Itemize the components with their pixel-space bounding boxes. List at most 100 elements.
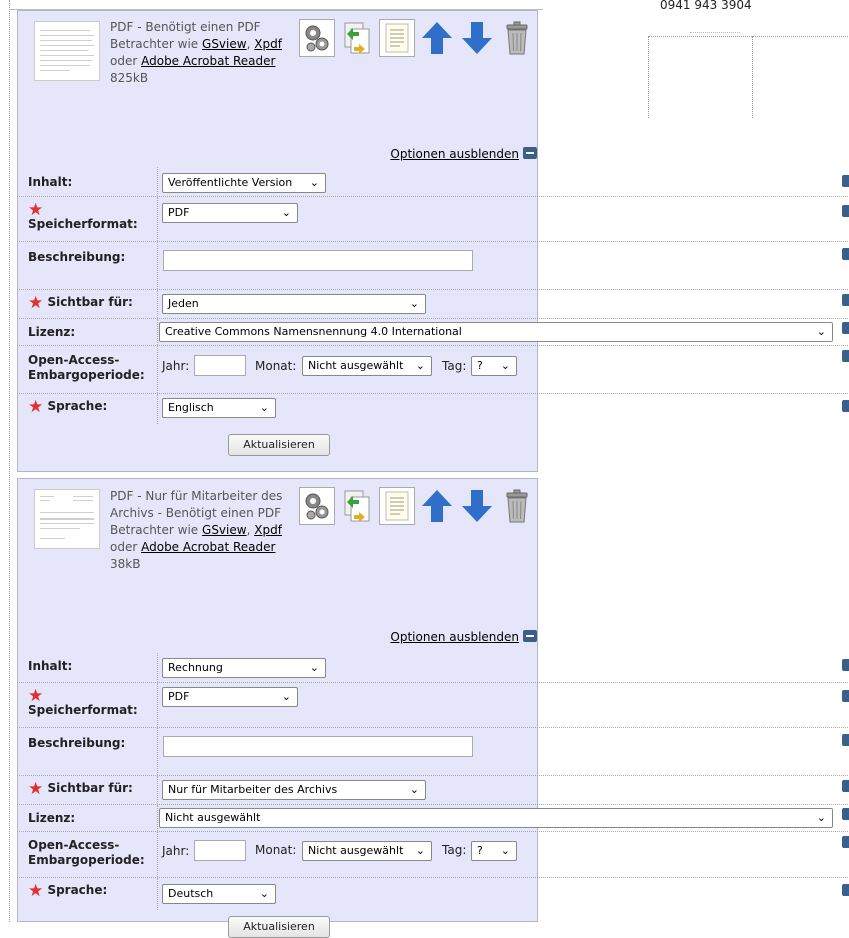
format-cell: PDF ⌄ <box>157 197 298 241</box>
content-label: Inhalt: <box>28 175 73 189</box>
content-cell: Rechnung ⌄ <box>157 653 326 682</box>
content-select[interactable]: Rechnung ⌄ <box>162 658 326 678</box>
help-icon[interactable] <box>842 400 849 412</box>
gears-icon[interactable] <box>299 487 335 525</box>
help-icon[interactable] <box>842 350 849 362</box>
xpdf-link[interactable]: Xpdf <box>254 523 282 537</box>
year-input[interactable] <box>194 840 246 861</box>
details-icon[interactable] <box>379 487 415 525</box>
embargo-cell: Jahr: Monat: Nicht ausgewählt ⌄ Tag: ? ⌄ <box>157 832 517 877</box>
language-row: ★ Sprache: Englisch ⌄ <box>17 394 848 424</box>
or-text: oder <box>110 540 138 554</box>
gsview-link[interactable]: GSview <box>202 37 247 51</box>
acrobat-link[interactable]: Adobe Acrobat Reader <box>141 54 275 68</box>
description-input[interactable] <box>163 250 473 271</box>
contact-box-dots <box>690 32 740 33</box>
collapse-icon[interactable] <box>523 147 537 159</box>
language-cell: Englisch ⌄ <box>157 394 276 424</box>
visibility-select[interactable]: Jeden ⌄ <box>162 294 426 314</box>
content-label: Inhalt: <box>28 659 73 673</box>
file-thumbnail[interactable] <box>34 489 100 549</box>
acrobat-link[interactable]: Adobe Acrobat Reader <box>141 540 275 554</box>
convert-icon[interactable] <box>339 487 375 525</box>
contact-box-rule <box>648 36 848 37</box>
license-label: Lizenz: <box>28 811 76 825</box>
visibility-label: ★ Sichtbar für: <box>28 293 133 313</box>
move-down-icon[interactable] <box>459 487 495 525</box>
file-description: PDF - Nur für Mitarbeiter des Archivs - … <box>110 488 285 573</box>
format-cell: PDF ⌄ <box>157 683 298 727</box>
format-select[interactable]: PDF ⌄ <box>162 687 298 707</box>
day-label: Tag: <box>442 843 467 857</box>
license-select[interactable]: Creative Commons Namensnennung 4.0 Inter… <box>159 322 833 342</box>
update-button[interactable]: Aktualisieren <box>228 434 330 456</box>
year-label: Jahr: <box>162 844 190 858</box>
options-toggle-link[interactable]: Optionen ausblenden <box>390 147 519 161</box>
visibility-select[interactable]: Nur für Mitarbeiter des Archivs ⌄ <box>162 780 426 800</box>
help-icon[interactable] <box>842 690 849 702</box>
update-button[interactable]: Aktualisieren <box>228 916 330 938</box>
description-cell <box>157 242 473 289</box>
month-label: Monat: <box>255 359 297 373</box>
day-select[interactable]: ? ⌄ <box>471 356 517 376</box>
details-icon[interactable] <box>379 19 415 57</box>
move-up-icon[interactable] <box>419 487 455 525</box>
help-icon[interactable] <box>842 659 849 671</box>
year-label: Jahr: <box>162 359 190 373</box>
help-icon[interactable] <box>842 808 849 820</box>
help-icon[interactable] <box>842 734 849 746</box>
convert-icon[interactable] <box>339 19 375 57</box>
help-icon[interactable] <box>842 322 849 334</box>
options-toggle-link[interactable]: Optionen ausblenden <box>390 630 519 644</box>
visibility-cell: Nur für Mitarbeiter des Archivs ⌄ <box>157 776 426 804</box>
language-cell: Deutsch ⌄ <box>157 878 276 910</box>
license-select[interactable]: Nicht ausgewählt ⌄ <box>159 808 833 828</box>
collapse-icon[interactable] <box>523 630 537 642</box>
gsview-link[interactable]: GSview <box>202 523 247 537</box>
language-row: ★ Sprache: Deutsch ⌄ <box>17 878 848 910</box>
description-cell <box>157 728 473 775</box>
content-row: Inhalt: Rechnung ⌄ <box>17 653 848 683</box>
options-toggle-row: Optionen ausblenden <box>18 147 537 161</box>
license-label: Lizenz: <box>28 325 76 339</box>
required-star-icon: ★ <box>28 397 44 417</box>
content-cell: Veröffentlichte Version ⌄ <box>157 167 326 196</box>
embargo-row: Open-Access-Embargoperiode: Jahr: Monat:… <box>17 832 848 878</box>
description-label: Beschreibung: <box>28 250 126 264</box>
day-select[interactable]: ? ⌄ <box>471 841 517 861</box>
gears-icon[interactable] <box>299 19 335 57</box>
or-text: oder <box>110 54 138 68</box>
required-star-icon: ★ <box>28 293 44 313</box>
required-star-icon: ★ <box>28 779 44 799</box>
month-select[interactable]: Nicht ausgewählt ⌄ <box>302 356 432 376</box>
help-icon[interactable] <box>842 248 849 260</box>
description-label: Beschreibung: <box>28 736 126 750</box>
xpdf-link[interactable]: Xpdf <box>254 37 282 51</box>
move-up-icon[interactable] <box>419 19 455 57</box>
language-label: ★ Sprache: <box>28 397 108 417</box>
language-select[interactable]: Englisch ⌄ <box>162 398 276 418</box>
day-label: Tag: <box>442 359 467 373</box>
help-icon[interactable] <box>842 175 849 187</box>
description-row: Beschreibung: <box>17 242 848 290</box>
description-input[interactable] <box>163 736 473 757</box>
year-input[interactable] <box>194 355 246 376</box>
help-icon[interactable] <box>842 884 849 896</box>
format-select[interactable]: PDF ⌄ <box>162 203 298 223</box>
license-cell: Nicht ausgewählt ⌄ <box>157 805 833 831</box>
help-icon[interactable] <box>842 205 849 217</box>
file-actions <box>299 486 535 526</box>
file-size: 825kB <box>110 71 149 85</box>
contact-box-rule-v1 <box>648 36 649 118</box>
move-down-icon[interactable] <box>459 19 495 57</box>
month-select[interactable]: Nicht ausgewählt ⌄ <box>302 841 432 861</box>
file-size: 38kB <box>110 557 141 571</box>
delete-icon[interactable] <box>499 19 535 57</box>
language-select[interactable]: Deutsch ⌄ <box>162 884 276 904</box>
file-thumbnail[interactable] <box>34 21 100 81</box>
delete-icon[interactable] <box>499 487 535 525</box>
content-select[interactable]: Veröffentlichte Version ⌄ <box>162 173 326 193</box>
help-icon[interactable] <box>842 780 849 792</box>
help-icon[interactable] <box>842 836 849 848</box>
help-icon[interactable] <box>842 294 849 306</box>
